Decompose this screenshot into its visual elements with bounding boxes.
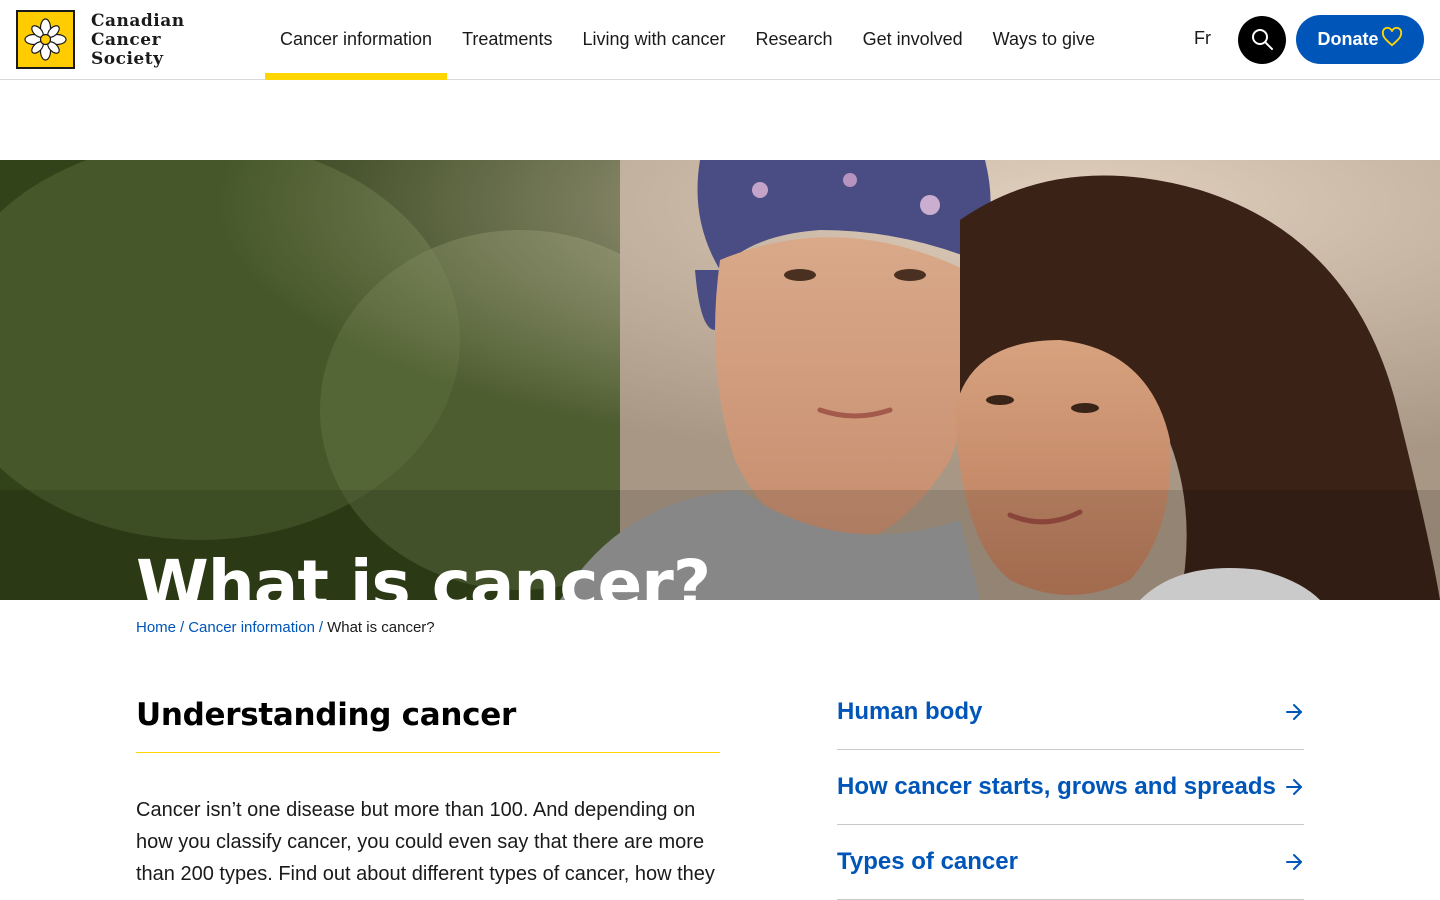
search-button[interactable] bbox=[1238, 16, 1286, 64]
related-links: Human body How cancer starts, grows and … bbox=[837, 675, 1304, 900]
nav-item-cancer-information[interactable]: Cancer information bbox=[265, 0, 448, 80]
daffodil-icon bbox=[16, 10, 75, 69]
logo-line-1: Canadian bbox=[91, 11, 185, 31]
breadcrumb-home[interactable]: Home bbox=[136, 619, 176, 636]
search-icon bbox=[1250, 27, 1274, 54]
link-human-body[interactable]: Human body bbox=[837, 675, 1304, 750]
breadcrumb: Home / Cancer information / What is canc… bbox=[136, 619, 435, 636]
language-toggle[interactable]: Fr bbox=[1194, 28, 1211, 49]
link-types-of-cancer[interactable]: Types of cancer bbox=[837, 825, 1304, 900]
logo-wordmark: Canadian Cancer Society bbox=[91, 12, 185, 69]
donate-label: Donate bbox=[1317, 29, 1379, 49]
logo-line-2: Cancer bbox=[91, 30, 162, 50]
nav-item-living-with-cancer[interactable]: Living with cancer bbox=[567, 0, 740, 79]
breadcrumb-separator: / bbox=[318, 619, 324, 636]
nav-item-ways-to-give[interactable]: Ways to give bbox=[978, 0, 1110, 79]
breadcrumb-separator: / bbox=[180, 619, 185, 636]
breadcrumb-cancer-information[interactable]: Cancer information bbox=[188, 619, 315, 636]
intro-paragraph: Cancer isn’t one disease but more than 1… bbox=[136, 799, 715, 900]
page-title: What is cancer? bbox=[136, 546, 711, 601]
arrow-right-icon bbox=[1284, 852, 1304, 872]
donate-button[interactable]: Donate bbox=[1296, 15, 1424, 64]
nav-item-get-involved[interactable]: Get involved bbox=[848, 0, 978, 79]
section-divider bbox=[136, 752, 720, 753]
link-how-cancer-starts[interactable]: How cancer starts, grows and spreads bbox=[837, 750, 1304, 825]
logo-line-3: Society bbox=[91, 49, 164, 69]
link-label: How cancer starts, grows and spreads bbox=[837, 773, 1276, 800]
link-label: Human body bbox=[837, 698, 983, 725]
hero-banner: What is cancer? bbox=[0, 160, 1440, 600]
logo-link[interactable]: Canadian Cancer Society bbox=[16, 10, 185, 69]
main-nav: Cancer information Treatments Living wit… bbox=[265, 0, 1110, 80]
section-title: Understanding cancer bbox=[136, 697, 516, 733]
nav-item-research[interactable]: Research bbox=[741, 0, 848, 79]
link-label: Types of cancer bbox=[837, 848, 1018, 875]
arrow-right-icon bbox=[1284, 777, 1304, 797]
breadcrumb-current: What is cancer? bbox=[327, 619, 435, 636]
heart-icon bbox=[1381, 26, 1403, 52]
nav-item-treatments[interactable]: Treatments bbox=[447, 0, 567, 79]
arrow-right-icon bbox=[1284, 702, 1304, 722]
site-header: Canadian Cancer Society Cancer informati… bbox=[0, 0, 1440, 80]
hero-photo bbox=[0, 160, 1440, 600]
